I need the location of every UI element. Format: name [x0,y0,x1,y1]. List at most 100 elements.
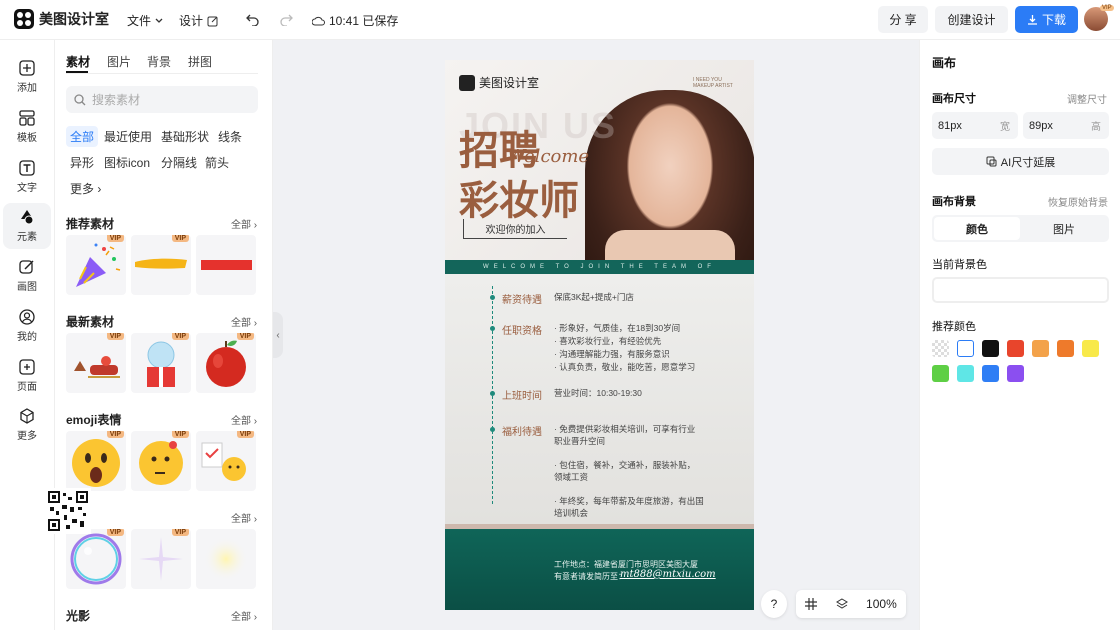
tab-material[interactable]: 素材 [66,53,90,70]
poster-row-text[interactable]: 营业时间：10:30-19:30 [554,387,744,400]
chip-arrow[interactable]: 箭头 [201,152,233,173]
rail-item-template[interactable]: 模板 [3,104,51,150]
qr-code[interactable] [45,488,91,534]
color-swatch[interactable] [932,340,949,357]
material-panel: 素材 图片 背景 拼图 搜索素材 全部 最近使用 基础形状 线条 异形 图标ic… [55,40,273,630]
create-design-button[interactable]: 创建设计 [935,6,1008,33]
layers-icon[interactable] [835,598,848,610]
material-thumb-red-bar[interactable] [196,235,256,295]
color-swatch[interactable] [957,365,974,382]
chip-recent[interactable]: 最近使用 [100,126,156,147]
poster-row-text[interactable]: · 形象好，气质佳，在18到30岁间 · 喜欢彩妆行业，有经验优先 · 沟通理解… [554,322,744,374]
file-menu-label: 文件 [127,14,152,28]
poster-row-text[interactable]: 保底3K起+提成+门店 [554,291,744,304]
adjust-size-link[interactable]: 调整尺寸 [1067,91,1107,106]
rail-item-element[interactable]: 元素 [3,203,51,249]
poster-row-label[interactable]: 薪资待遇 [502,291,542,306]
color-swatch[interactable] [982,340,999,357]
material-thumb-chick-emoji[interactable]: VIP [196,431,256,491]
rail-item-page[interactable]: 页面 [3,353,51,399]
file-menu[interactable]: 文件 [127,12,163,29]
undo-button[interactable] [243,10,263,30]
color-swatch[interactable] [932,365,949,382]
tab-image[interactable]: 图片 [1021,217,1107,240]
download-button[interactable]: 下载 [1015,6,1078,33]
poster-row-label[interactable]: 福利待遇 [502,423,542,438]
tab-background[interactable]: 背景 [147,53,171,70]
poster-email[interactable]: mt888@mtxiu.com [620,569,716,580]
poster-row-label[interactable]: 任职资格 [502,322,542,337]
app-logo[interactable]: 美图设计室 [14,9,109,29]
zoom-level[interactable]: 100% [866,597,897,611]
grid-icon[interactable] [805,598,818,610]
width-input[interactable]: 81px 宽 [932,112,1018,139]
height-input[interactable]: 89px 高 [1023,112,1109,139]
share-button[interactable]: 分 享 [878,6,928,33]
save-status: 10:41 已保存 [312,12,398,29]
poster-contact[interactable]: 有意者请发简历至： [554,571,626,582]
color-swatch[interactable] [1007,340,1024,357]
tab-collage[interactable]: 拼图 [188,53,212,70]
material-thumb-gift-globe[interactable]: VIP [131,333,191,393]
design-menu[interactable]: 设计 [179,12,219,29]
poster-title-line2[interactable]: 彩妆师 [459,168,579,226]
material-thumb-party-popper[interactable]: VIP [66,235,126,295]
poster-welcome-script[interactable]: Welcome [507,146,589,167]
color-swatch[interactable] [957,340,974,357]
poster-band[interactable]: WELCOME TO JOIN THE TEAM OF [445,260,754,274]
current-bg-color-swatch[interactable] [932,277,1109,303]
canvas-bg-title: 画布背景 [932,196,976,208]
section-all-link[interactable]: 全部 › [231,608,257,623]
material-thumb-bubble[interactable]: VIP [66,529,126,589]
ai-extend-button[interactable]: AI尺寸延展 [932,148,1109,175]
chip-icon[interactable]: 图标icon [100,152,154,173]
color-swatch[interactable] [1082,340,1099,357]
all-label: 全部 [231,220,251,231]
material-thumb-sparkle[interactable]: VIP [131,529,191,589]
chip-irregular[interactable]: 异形 [66,152,98,173]
section-all-link[interactable]: 全部 › [231,510,257,525]
section-all-link[interactable]: 全部 › [231,412,257,427]
material-thumb-apple[interactable]: VIP [196,333,256,393]
poster-brand[interactable]: 美图设计室 [459,74,539,91]
help-button[interactable]: ? [761,590,787,618]
rail-item-mine[interactable]: 我的 [3,303,51,349]
color-swatch[interactable] [1007,365,1024,382]
tab-color[interactable]: 颜色 [934,217,1020,240]
section-all-link[interactable]: 全部 › [231,216,257,231]
yellow-brush-image [135,258,187,269]
vip-badge: VIP [236,431,254,438]
poster-canvas[interactable]: 美图设计室 I NEED YOU MAKEUP ARTIST JOIN US 招… [445,60,754,610]
rail-item-add[interactable]: 添加 [3,54,51,100]
chip-line[interactable]: 线条 [214,126,246,147]
tab-image[interactable]: 图片 [107,53,131,70]
chip-divider[interactable]: 分隔线 [157,152,201,173]
chip-all[interactable]: 全部 [66,126,99,147]
material-thumb-sleigh[interactable]: VIP [66,333,126,393]
poster-welcome-box[interactable]: 欢迎你的加入 [463,219,567,239]
poster-row-label[interactable]: 上班时间 [502,387,542,402]
material-thumb-glow[interactable] [196,529,256,589]
color-swatch[interactable] [1057,340,1074,357]
collapse-panel-button[interactable]: ‹ [273,312,283,358]
color-swatch[interactable] [1032,340,1049,357]
rail-item-more[interactable]: 更多 [3,402,51,448]
redo-button[interactable] [276,10,296,30]
section-title: 推荐素材 [66,217,115,231]
chip-more[interactable]: 更多 › [66,178,105,199]
material-thumb-thinking-emoji[interactable]: VIP [131,431,191,491]
material-thumb-scared-emoji[interactable]: VIP [66,431,126,491]
rail-label: 我的 [17,332,37,343]
panel-title: 画布 [932,56,957,70]
chip-basic-shape[interactable]: 基础形状 [157,126,213,147]
search-input[interactable]: 搜索素材 [66,86,258,113]
color-swatch[interactable] [982,365,999,382]
poster-tagline[interactable]: I NEED YOU MAKEUP ARTIST [693,77,733,89]
section-all-link[interactable]: 全部 › [231,314,257,329]
rail-item-text[interactable]: 文字 [3,154,51,200]
material-thumb-yellow-brush[interactable]: VIP [131,235,191,295]
poster-row-text[interactable]: · 免费提供彩妆相关培训，可享有行业 职业晋升空间 · 包住宿，餐补，交通补，服… [554,423,744,519]
all-label: 全部 [231,318,251,329]
rail-item-draw[interactable]: 画图 [3,253,51,299]
restore-bg-link[interactable]: 恢复原始背景 [1048,194,1108,209]
